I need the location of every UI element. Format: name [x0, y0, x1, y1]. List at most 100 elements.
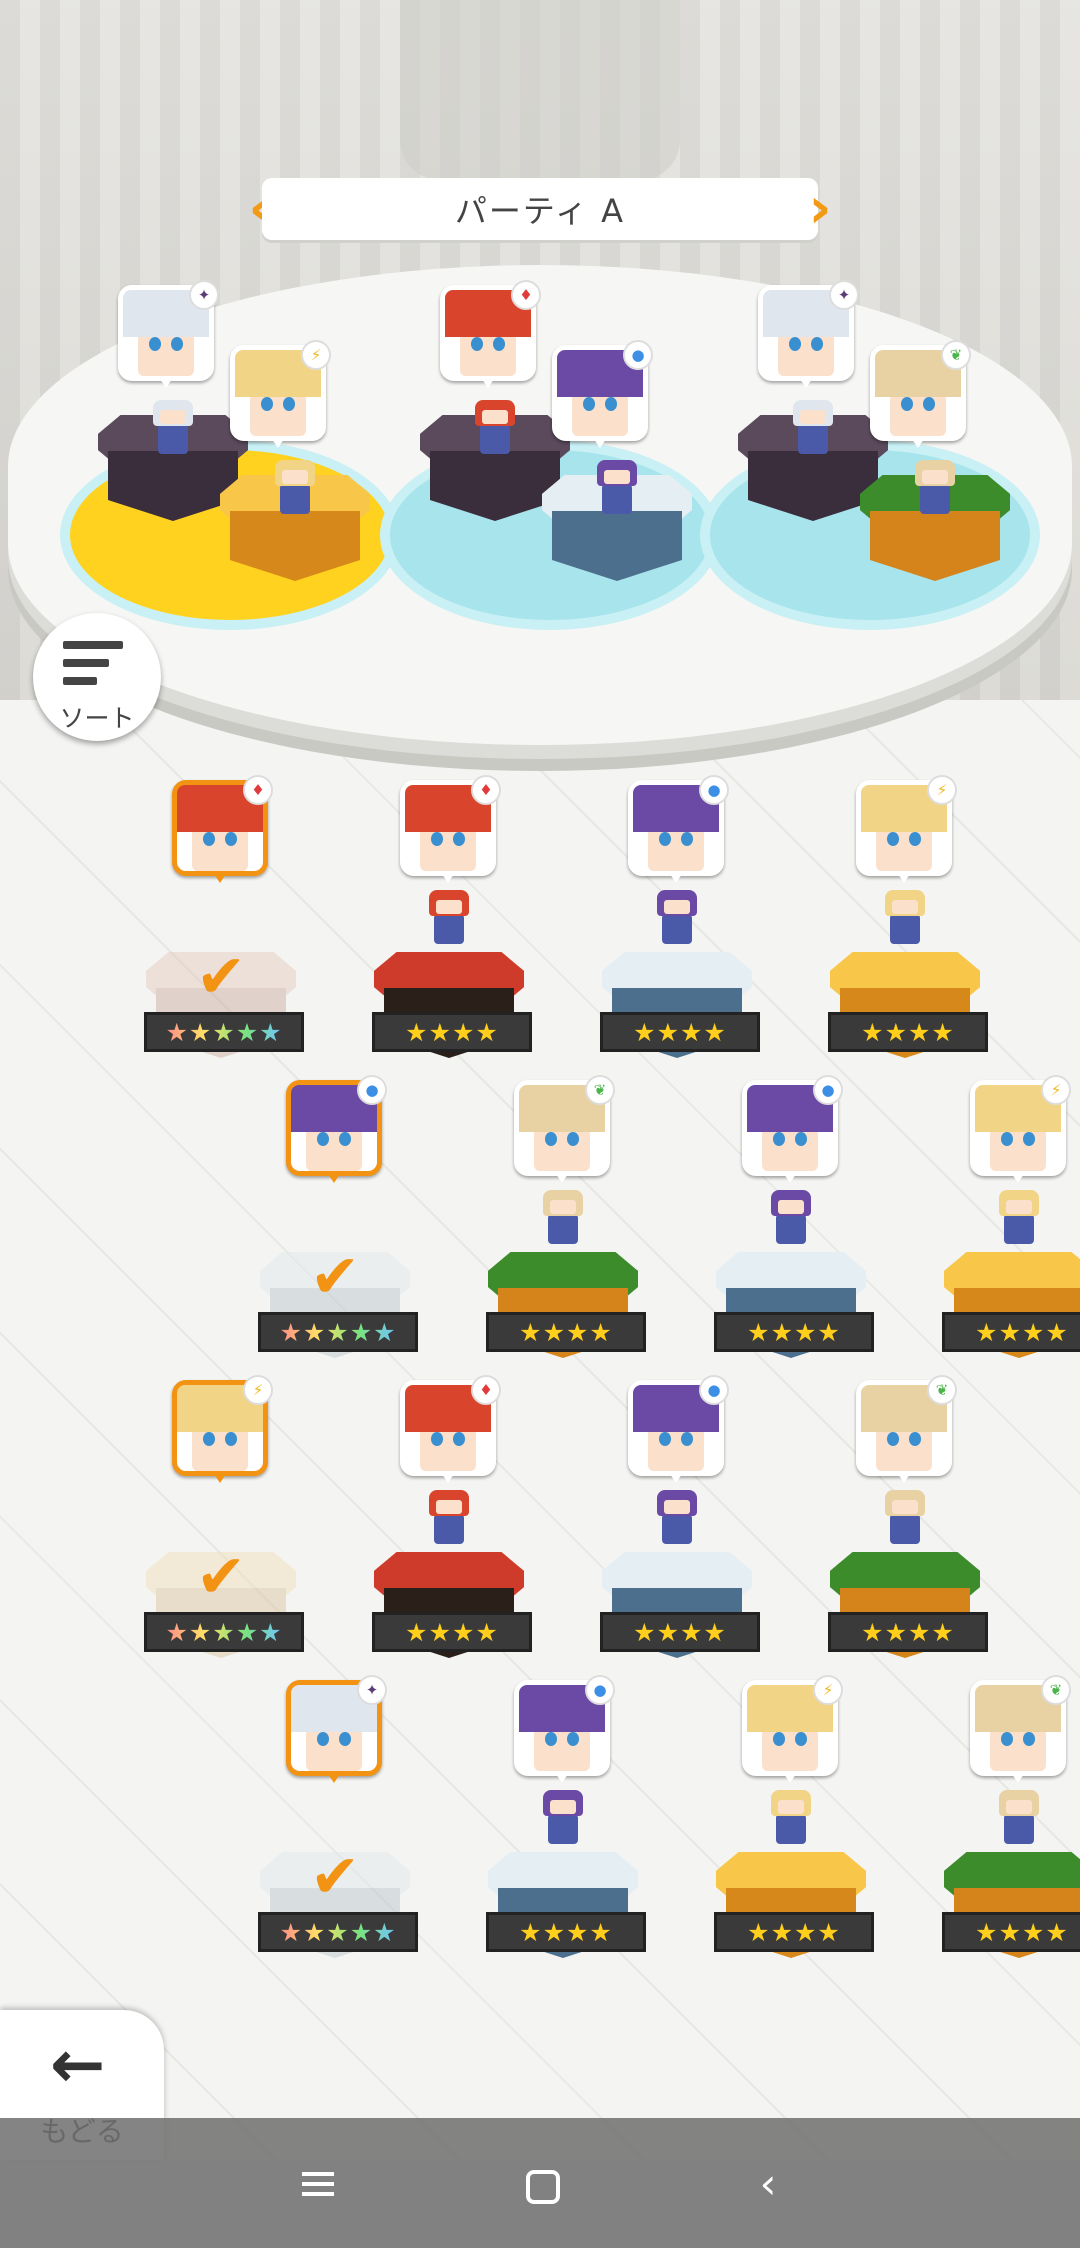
character-portrait[interactable]: ⚡ [742, 1675, 843, 1783]
eye [544, 1132, 557, 1147]
sprite-body [798, 424, 828, 454]
star-rating: ★★★★ [942, 1912, 1080, 1952]
character-portrait[interactable]: ❦ [970, 1675, 1071, 1783]
element-fire-icon: ♦ [471, 1375, 501, 1405]
element-wind-icon: ❦ [927, 1375, 957, 1405]
element-fire-icon: ♦ [471, 775, 501, 805]
portrait-pointer [212, 1471, 228, 1483]
element-light-icon: ⚡ [813, 1675, 843, 1705]
sprite-face [922, 470, 948, 484]
star-rating-text: ★★★★ [747, 1317, 841, 1347]
throne-decoration [400, 0, 680, 180]
character-portrait[interactable]: ● [552, 340, 653, 448]
pedestal-side [870, 511, 1000, 581]
portrait-pointer [910, 436, 926, 448]
roster-character-sprite [538, 1190, 588, 1246]
eye [202, 832, 215, 847]
element-dark-icon: ✦ [189, 280, 219, 310]
character-portrait[interactable]: ⚡ [230, 340, 331, 448]
sprite-body [776, 1214, 806, 1244]
star-rating-text: ★★★★ [861, 1617, 955, 1647]
eye [658, 1432, 671, 1447]
eye [316, 1132, 329, 1147]
home-square-icon[interactable] [526, 2170, 560, 2204]
sort-button[interactable]: ソート [33, 613, 161, 741]
star-rating-text: ★★★★ [633, 1017, 727, 1047]
eye [886, 832, 899, 847]
character-portrait[interactable]: ● [628, 1375, 729, 1483]
eye [1000, 1132, 1013, 1147]
sprite-face [436, 900, 462, 914]
star-rating: ★★★★ [714, 1312, 874, 1352]
star-rating-text: ★★★★★ [279, 1317, 397, 1347]
element-water-icon: ● [357, 1075, 387, 1105]
star-rating: ★★★★ [828, 1612, 988, 1652]
character-portrait[interactable]: ♦ [172, 775, 273, 883]
character-portrait[interactable]: ❦ [856, 1375, 957, 1483]
sort-label: ソート [59, 704, 135, 733]
next-party-button[interactable]: › [800, 178, 840, 240]
character-portrait[interactable]: ● [514, 1675, 615, 1783]
party-member-sprite [910, 460, 960, 516]
sprite-body [662, 914, 692, 944]
star-rating-text: ★★★★★ [165, 1017, 283, 1047]
portrait-pointer [212, 871, 228, 883]
portrait-pointer [326, 1771, 342, 1783]
character-portrait[interactable]: ⚡ [172, 1375, 273, 1483]
star-rating: ★★★★★ [144, 1612, 304, 1652]
star-rating-text: ★★★★★ [279, 1917, 397, 1947]
party-member-sprite [470, 400, 520, 456]
portrait-pointer [554, 1171, 570, 1183]
character-portrait[interactable]: ❦ [870, 340, 971, 448]
character-portrait[interactable]: ⚡ [970, 1075, 1071, 1183]
eye [900, 397, 913, 412]
pedestal-side [230, 511, 360, 581]
portrait-pointer [592, 436, 608, 448]
party-member-sprite [270, 460, 320, 516]
chevron-right-icon: › [808, 176, 832, 241]
sprite-face [436, 1500, 462, 1514]
element-wind-icon: ❦ [941, 340, 971, 370]
sprite-body [280, 484, 310, 514]
character-portrait[interactable]: ● [742, 1075, 843, 1183]
sprite-body [158, 424, 188, 454]
star-rating: ★★★★ [600, 1612, 760, 1652]
party-title: パーティ A [454, 192, 626, 230]
character-portrait[interactable]: ✦ [286, 1675, 387, 1783]
sprite-face [550, 1800, 576, 1814]
character-portrait[interactable]: ♦ [440, 280, 541, 388]
roster-character-sprite [652, 1490, 702, 1546]
character-portrait[interactable]: ⚡ [856, 775, 957, 883]
roster-character-sprite [880, 1490, 930, 1546]
sprite-body [890, 914, 920, 944]
character-portrait[interactable]: ✦ [758, 280, 859, 388]
sprite-face [550, 1200, 576, 1214]
character-portrait[interactable]: ✦ [118, 280, 219, 388]
party-member-sprite [148, 400, 198, 456]
portrait-pointer [798, 376, 814, 388]
element-light-icon: ⚡ [1041, 1075, 1071, 1105]
pedestal-side [108, 451, 238, 521]
character-portrait[interactable]: ● [286, 1075, 387, 1183]
roster-character-sprite [994, 1190, 1044, 1246]
menu-icon[interactable] [288, 2156, 348, 2212]
element-wind-icon: ❦ [1041, 1675, 1071, 1705]
character-portrait[interactable]: ♦ [400, 1375, 501, 1483]
element-water-icon: ● [585, 1675, 615, 1705]
sprite-face [664, 1500, 690, 1514]
sprite-body [548, 1214, 578, 1244]
sprite-body [434, 1514, 464, 1544]
sprite-face [1006, 1200, 1032, 1214]
star-rating: ★★★★ [714, 1912, 874, 1952]
star-rating: ★★★★★ [258, 1312, 418, 1352]
back-triangle-icon[interactable]: ‹ [738, 2156, 798, 2212]
system-nav-bar: ‹ [0, 2118, 1080, 2248]
character-portrait[interactable]: ❦ [514, 1075, 615, 1183]
star-rating-text: ★★★★ [519, 1917, 613, 1947]
character-portrait[interactable]: ● [628, 775, 729, 883]
element-light-icon: ⚡ [243, 1375, 273, 1405]
sprite-body [776, 1814, 806, 1844]
sprite-body [602, 484, 632, 514]
character-portrait[interactable]: ♦ [400, 775, 501, 883]
roster-character-sprite [994, 1790, 1044, 1846]
